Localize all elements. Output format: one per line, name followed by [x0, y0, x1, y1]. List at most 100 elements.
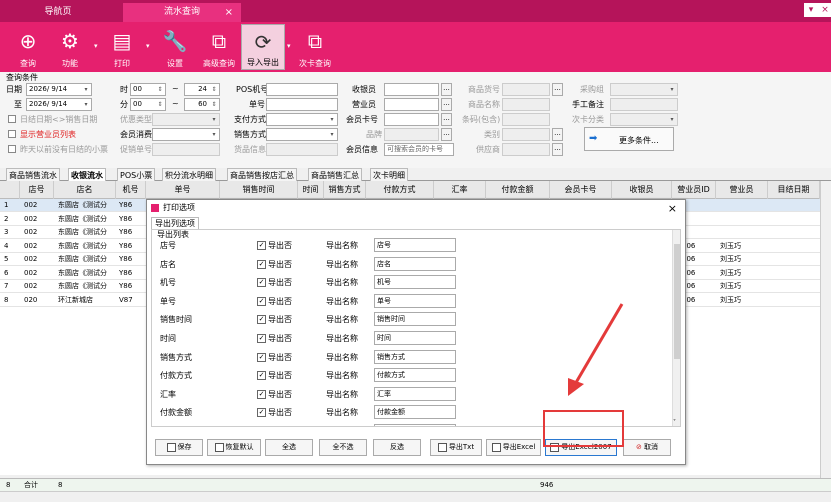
tab-home[interactable]: 导航页 [8, 3, 108, 22]
function-button[interactable]: ⚙ 功能 [48, 24, 92, 70]
dialog-close-icon[interactable]: × [668, 201, 677, 217]
clerk-browse-button[interactable]: ... [441, 98, 452, 111]
hour-from-field[interactable]: 00 ⇕ [130, 83, 166, 96]
spin-icon[interactable]: ⇕ [209, 99, 219, 110]
calendar-icon[interactable]: ▾ [81, 99, 91, 110]
goods-code-field[interactable] [502, 83, 550, 96]
grid-vertical-scrollbar[interactable] [820, 181, 831, 478]
sale-date-checkbox[interactable] [8, 115, 16, 123]
export-name-input[interactable]: 付款金额 [374, 405, 456, 420]
tab-points-detail[interactable]: 积分流水明细 [162, 168, 216, 181]
yesterday-checkbox[interactable] [8, 145, 16, 153]
window-close-icon[interactable]: × [818, 3, 831, 17]
category-field[interactable] [502, 128, 550, 141]
export-checkbox[interactable]: ✓ [257, 241, 266, 250]
export-checkbox[interactable]: ✓ [257, 278, 266, 288]
tab-close-icon[interactable]: × [225, 3, 233, 22]
tab-pos-receipt[interactable]: POS小票 [117, 168, 156, 181]
chevron-down-icon[interactable]: ▾ [94, 42, 98, 50]
supplier-browse-button[interactable]: ... [552, 143, 563, 156]
export-name-input[interactable]: 时间 [374, 331, 456, 345]
select-all-button[interactable]: 全选 [265, 439, 313, 456]
goods-name-field[interactable] [502, 98, 550, 111]
import-export-button[interactable]: ⟳ 导入导出 [241, 24, 285, 70]
goods-code-browse-button[interactable]: ... [552, 83, 563, 96]
clerk-field[interactable] [384, 98, 439, 111]
col-rate[interactable]: 汇率 [434, 181, 486, 199]
pos-no-field[interactable] [266, 83, 338, 96]
export-excel-button[interactable]: 导出Excel [486, 439, 541, 456]
print-button[interactable]: ▤ 打印 [100, 24, 144, 70]
chevron-down-icon[interactable]: ▾ [327, 114, 337, 125]
scroll-thumb[interactable] [674, 244, 680, 359]
col-sale-time[interactable]: 销售时间 [220, 181, 298, 199]
brand-browse-button[interactable]: ... [441, 128, 452, 141]
date-from-field[interactable]: 2026/ 9/14 ▾ [26, 83, 92, 96]
goods-info-field[interactable] [266, 143, 338, 156]
export-checkbox[interactable]: ✓ [257, 408, 266, 418]
col-pos-no[interactable]: 机号 [116, 181, 146, 199]
brand-field[interactable] [384, 128, 439, 141]
settings-button[interactable]: 🔧 设置 [153, 24, 197, 70]
tab-goods-sales-flow[interactable]: 商品销售流水 [6, 168, 60, 181]
export-checkbox[interactable]: ✓ [257, 352, 266, 362]
export-checkbox[interactable]: ✓ [257, 315, 266, 325]
spin-icon[interactable]: ⇕ [155, 99, 165, 110]
export-name-input[interactable]: 机号 [374, 275, 456, 290]
chevron-down-icon[interactable]: ˅ [673, 419, 676, 426]
col-daily-date[interactable]: 目结日期 [768, 181, 820, 199]
category-browse-button[interactable]: ... [552, 128, 563, 141]
col-store-no[interactable]: 店号 [20, 181, 54, 199]
minute-from-field[interactable]: 00 ⇕ [130, 98, 166, 111]
tab-export-columns[interactable]: 导出列选项 [151, 217, 199, 229]
col-sale-method[interactable]: 销售方式 [324, 181, 366, 199]
window-menu-icon[interactable]: ▾ [804, 3, 818, 17]
tab-card-detail[interactable]: 次卡明细 [370, 168, 408, 181]
more-conditions-button[interactable]: ➡ 更多条件... [584, 127, 674, 151]
chevron-down-icon[interactable]: ▾ [667, 84, 677, 95]
save-button[interactable]: 保存 [155, 439, 203, 456]
col-pay-amount[interactable]: 付款金额 [486, 181, 550, 199]
supplier-field[interactable] [502, 143, 550, 156]
tab-flow-query[interactable]: 流水查询 × [123, 3, 241, 22]
member-card-browse-button[interactable]: ... [441, 113, 452, 126]
col-clerk-id[interactable]: 营业员ID [672, 181, 716, 199]
hour-to-field[interactable]: 24 ⇕ [184, 83, 220, 96]
spin-icon[interactable]: ⇕ [209, 84, 219, 95]
dialog-scrollbar[interactable]: ˅ [672, 230, 680, 426]
col-member-card[interactable]: 会员卡号 [550, 181, 612, 199]
purchase-group-select[interactable]: ▾ [610, 83, 678, 96]
chevron-down-icon[interactable]: ▾ [209, 129, 219, 140]
manual-note-field[interactable] [610, 98, 678, 111]
export-name-input[interactable]: 汇率 [374, 386, 456, 401]
tab-sales-summary[interactable]: 商品销售汇总 [308, 168, 362, 181]
export-name-input[interactable]: 会员卡号 [374, 424, 456, 426]
date-to-field[interactable]: 2026/ 9/14 ▾ [26, 98, 92, 111]
advanced-query-button[interactable]: ⧉ 高级查询 [197, 24, 241, 70]
col-store-name[interactable]: 店名 [54, 181, 116, 199]
export-checkbox[interactable]: ✓ [257, 259, 266, 269]
pay-method-select[interactable]: ▾ [266, 113, 338, 126]
sale-method-select[interactable]: ▾ [266, 128, 338, 141]
card-query-button[interactable]: ⧉ 次卡查询 [293, 24, 337, 70]
export-txt-button[interactable]: 导出Txt [430, 439, 482, 456]
export-checkbox[interactable]: ✓ [257, 389, 266, 399]
minute-to-field[interactable]: 60 ⇕ [184, 98, 220, 111]
card-category-select[interactable]: ▾ [610, 113, 678, 126]
invert-selection-button[interactable]: 反选 [373, 439, 421, 456]
export-name-input[interactable]: 店名 [374, 256, 456, 271]
chevron-down-icon[interactable]: ▾ [667, 114, 677, 125]
export-checkbox[interactable]: ✓ [257, 371, 266, 381]
restore-default-button[interactable]: 恢复默认 [207, 439, 261, 456]
tab-cashier-flow[interactable]: 收银流水 [68, 168, 106, 181]
cashier-browse-button[interactable]: ... [441, 83, 452, 96]
member-card-field[interactable] [384, 113, 439, 126]
promo-no-field[interactable] [152, 143, 220, 156]
discount-type-select[interactable]: ▾ [152, 113, 220, 126]
spin-icon[interactable]: ⇕ [155, 84, 165, 95]
col-time[interactable]: 时间 [298, 181, 324, 199]
show-clerk-checkbox[interactable] [8, 130, 16, 138]
chevron-down-icon[interactable]: ▾ [209, 114, 219, 125]
chevron-down-icon[interactable]: ▾ [287, 42, 291, 50]
export-name-input[interactable]: 店号 [374, 238, 456, 252]
